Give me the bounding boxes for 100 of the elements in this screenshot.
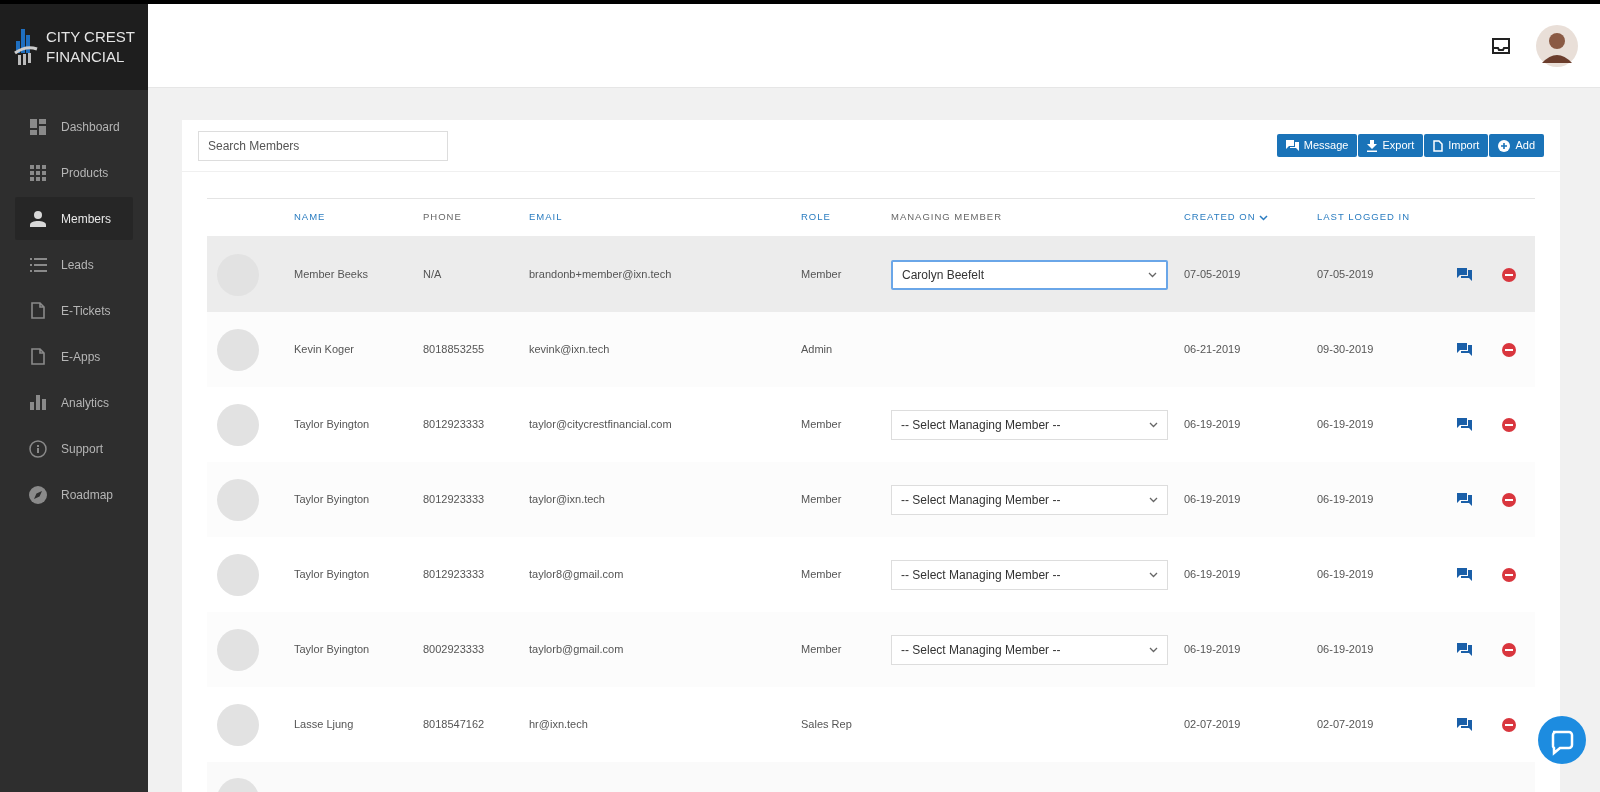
avatar-icon[interactable] xyxy=(1536,24,1578,67)
message-icon[interactable] xyxy=(1457,268,1472,281)
date-cell: 07-05-2019 xyxy=(1184,268,1241,281)
person-icon xyxy=(30,210,46,227)
message-icon[interactable] xyxy=(1457,418,1472,431)
remove-icon[interactable] xyxy=(1502,492,1516,507)
nav-item[interactable]: Roadmap xyxy=(15,473,133,516)
nav-item[interactable]: Dashboard xyxy=(15,105,133,148)
email-cell: brandonb+member@ixn.tech xyxy=(529,268,672,281)
column-header: PHONE xyxy=(423,210,462,225)
column-header[interactable]: CREATED ON xyxy=(1184,210,1268,225)
message-icon[interactable] xyxy=(1457,343,1472,356)
plus-icon xyxy=(1498,139,1511,152)
date-cell: 06-19-2019 xyxy=(1184,568,1241,581)
managing-member-select[interactable]: -- Select Managing Member -- xyxy=(891,559,1168,590)
download-icon xyxy=(1367,139,1378,152)
email-cell: kevink@ixn.tech xyxy=(529,343,610,356)
managing-member-select[interactable]: -- Select Managing Member -- xyxy=(891,409,1168,440)
message-icon[interactable] xyxy=(1457,493,1472,506)
email-cell: taylor8@gmail.com xyxy=(529,568,624,581)
remove-icon[interactable] xyxy=(1502,642,1516,657)
toolbar-button[interactable]: Message xyxy=(1276,134,1358,157)
remove-icon[interactable] xyxy=(1502,717,1516,732)
managing-member-select[interactable]: Carolyn Beefelt xyxy=(891,259,1168,290)
nav-item[interactable]: E-Tickets xyxy=(15,289,133,332)
date-cell: 06-19-2019 xyxy=(1184,418,1241,431)
document-icon xyxy=(1433,139,1444,152)
brand-name: CITY CREST xyxy=(46,27,135,47)
remove-icon[interactable] xyxy=(1502,342,1516,357)
role-cell: Sales Rep xyxy=(801,718,852,731)
nav-item[interactable]: Analytics xyxy=(15,381,133,424)
managing-member-select[interactable]: -- Select Managing Member -- xyxy=(891,634,1168,665)
bar-chart-icon xyxy=(30,395,46,410)
name-cell: Taylor Byington xyxy=(294,568,370,581)
column-header[interactable]: LAST LOGGED IN xyxy=(1317,210,1410,225)
nav-item[interactable]: Leads xyxy=(15,243,133,286)
nav-item[interactable]: Products xyxy=(15,151,133,194)
managing-member-select[interactable]: -- Select Managing Member -- xyxy=(891,484,1168,515)
toolbar-button[interactable]: Add xyxy=(1489,134,1544,157)
info-icon xyxy=(29,439,47,458)
remove-icon[interactable] xyxy=(1502,417,1516,432)
column-header[interactable]: NAME xyxy=(294,210,326,225)
date-cell: 06-19-2019 xyxy=(1317,493,1374,506)
date-cell: 06-19-2019 xyxy=(1317,568,1374,581)
compass-icon xyxy=(29,485,47,504)
grid-icon xyxy=(30,164,46,181)
logo-icon xyxy=(14,27,38,67)
date-cell: 06-19-2019 xyxy=(1317,643,1374,656)
avatar-placeholder xyxy=(217,628,259,671)
remove-icon[interactable] xyxy=(1502,567,1516,582)
message-icon[interactable] xyxy=(1457,718,1472,731)
list-icon xyxy=(29,257,47,272)
nav-item[interactable]: Support xyxy=(15,427,133,470)
nav-item[interactable]: Members xyxy=(15,197,133,240)
chevron-icon xyxy=(1149,421,1158,428)
nav-item[interactable]: E-Apps xyxy=(15,335,133,378)
phone-cell: N/A xyxy=(423,268,442,281)
email-cell: taylorb@gmail.com xyxy=(529,643,624,656)
search-field[interactable]: Search Members xyxy=(198,130,448,161)
document-icon xyxy=(31,302,45,319)
column-header[interactable]: ROLE xyxy=(801,210,831,225)
date-cell: 09-30-2019 xyxy=(1317,343,1374,356)
role-cell: Member xyxy=(801,568,842,581)
email-cell: hr@ixn.tech xyxy=(529,718,588,731)
chat-icon[interactable] xyxy=(1538,716,1586,764)
column-header: MANAGING MEMBER xyxy=(891,210,1003,225)
remove-icon[interactable] xyxy=(1502,267,1516,282)
phone-cell: 8018547162 xyxy=(423,718,485,731)
name-cell: Taylor Byington xyxy=(294,493,370,506)
date-cell: 06-21-2019 xyxy=(1184,343,1241,356)
date-cell: 06-19-2019 xyxy=(1184,493,1241,506)
message-icon[interactable] xyxy=(1457,643,1472,656)
date-cell: 02-07-2019 xyxy=(1184,718,1241,731)
role-cell: Admin xyxy=(801,343,833,356)
phone-cell: 8012923333 xyxy=(423,568,485,581)
chat-icon xyxy=(1285,140,1299,151)
dashboard-icon xyxy=(30,118,46,135)
column-header[interactable]: EMAIL xyxy=(529,210,563,225)
toolbar-button[interactable]: Export xyxy=(1358,134,1424,157)
message-icon[interactable] xyxy=(1457,568,1472,581)
member-row[interactable]: Member Beeks N/A brandonb+member@ixn.tech Member Carolyn Beefelt 07-05-2019 07-05-2019 xyxy=(207,237,1535,312)
date-cell: 07-05-2019 xyxy=(1317,268,1374,281)
inbox-icon[interactable] xyxy=(1492,37,1510,54)
role-cell: Member xyxy=(801,418,842,431)
name-cell: Taylor Byington xyxy=(294,418,370,431)
phone-cell: 8018853255 xyxy=(423,343,485,356)
avatar-placeholder xyxy=(217,478,259,521)
caret-icon xyxy=(1258,214,1268,221)
chevron-icon xyxy=(1148,271,1157,278)
toolbar-button[interactable]: Import xyxy=(1424,134,1489,157)
document-icon xyxy=(31,348,45,365)
name-cell: Kevin Koger xyxy=(294,343,354,356)
date-cell: 06-19-2019 xyxy=(1184,643,1241,656)
phone-cell: 8002923333 xyxy=(423,643,485,656)
chevron-icon xyxy=(1149,646,1158,653)
email-cell: taylor@citycrestfinancial.com xyxy=(529,418,672,431)
role-cell: Member xyxy=(801,493,842,506)
avatar-placeholder xyxy=(217,403,259,446)
name-cell: Member Beeks xyxy=(294,268,368,281)
role-cell: Member xyxy=(801,643,842,656)
